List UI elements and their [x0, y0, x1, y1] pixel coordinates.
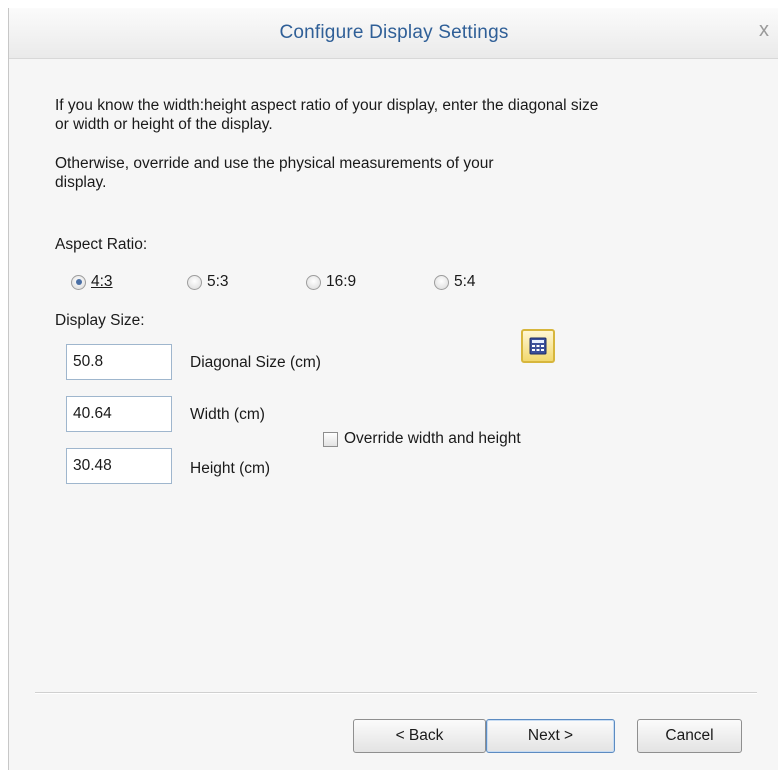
title-bar: Configure Display Settings x	[9, 8, 778, 59]
calculator-icon	[529, 337, 547, 355]
override-label: Override width and height	[344, 430, 521, 447]
back-button[interactable]: < Back	[353, 719, 486, 753]
override-checkbox-row[interactable]: Override width and height	[323, 430, 521, 448]
dialog-content: If you know the width:height aspect rati…	[9, 58, 778, 770]
radio-aspect-5-3[interactable]: 5:3	[187, 273, 229, 291]
radio-label: 16:9	[326, 273, 357, 290]
next-button[interactable]: Next >	[486, 719, 615, 753]
height-label: Height (cm)	[190, 460, 271, 477]
calculator-button[interactable]	[521, 329, 555, 363]
radio-button[interactable]	[306, 274, 321, 290]
override-checkbox[interactable]	[323, 431, 338, 447]
footer-divider	[35, 692, 757, 694]
aspect-ratio-label: Aspect Ratio:	[55, 236, 148, 253]
radio-aspect-16-9[interactable]: 16:9	[306, 273, 356, 291]
height-input[interactable]	[66, 448, 172, 484]
radio-label: 5:4	[454, 273, 476, 290]
dialog-title: Configure Display Settings	[279, 22, 509, 43]
diagonal-size-label: Diagonal Size (cm)	[190, 354, 321, 371]
radio-label: 4:3	[91, 273, 113, 290]
close-icon[interactable]: x	[759, 20, 769, 40]
radio-button-checked[interactable]	[71, 274, 86, 290]
cancel-button[interactable]: Cancel	[637, 719, 742, 753]
width-label: Width (cm)	[190, 406, 265, 423]
intro-text-2: Otherwise, override and use the physical…	[55, 155, 494, 191]
diagonal-size-input[interactable]	[66, 344, 172, 380]
radio-button[interactable]	[434, 274, 449, 290]
width-input[interactable]	[66, 396, 172, 432]
intro-text-1: If you know the width:height aspect rati…	[55, 97, 599, 133]
radio-aspect-5-4[interactable]: 5:4	[434, 273, 476, 291]
dialog-window: Configure Display Settings x If you know…	[8, 8, 778, 770]
radio-button[interactable]	[187, 274, 202, 290]
radio-label: 5:3	[207, 273, 229, 290]
radio-aspect-4-3[interactable]: 4:3	[71, 273, 113, 291]
display-size-label: Display Size:	[55, 312, 145, 329]
